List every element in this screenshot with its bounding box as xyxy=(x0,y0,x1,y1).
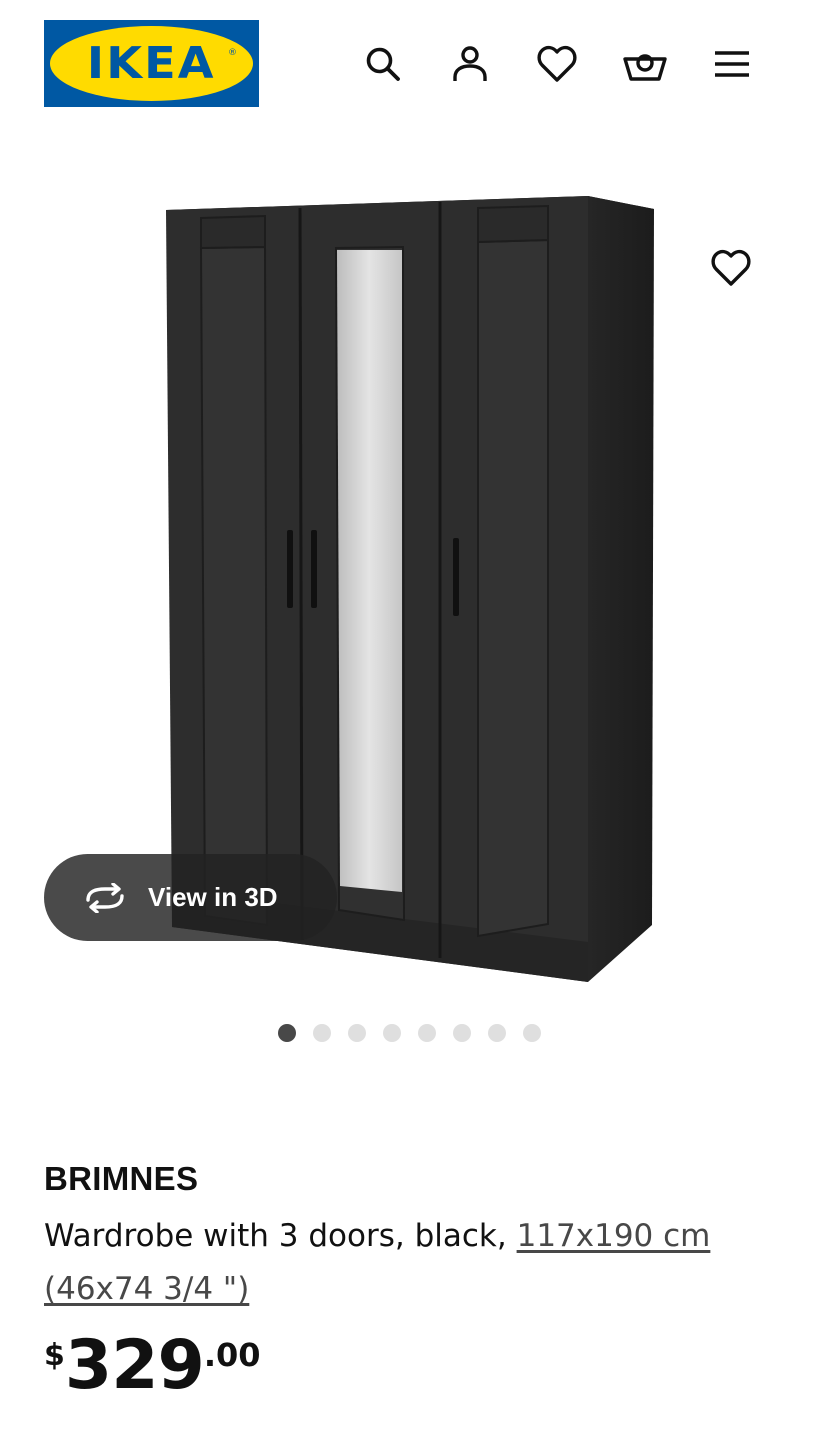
account-icon xyxy=(453,46,487,81)
pagination-dot[interactable] xyxy=(523,1024,541,1042)
price-currency: $ xyxy=(44,1338,65,1373)
price-integer: 329 xyxy=(64,1326,205,1405)
account-button[interactable] xyxy=(444,38,496,90)
pagination-dot[interactable] xyxy=(418,1024,436,1042)
favourites-button[interactable] xyxy=(531,38,583,90)
product-gallery[interactable]: View in 3D xyxy=(0,130,820,1010)
product-description: Wardrobe with 3 doors, black, 117x190 cm… xyxy=(44,1210,784,1316)
search-button[interactable] xyxy=(357,38,409,90)
pagination-dot[interactable] xyxy=(313,1024,331,1042)
menu-icon xyxy=(715,51,749,77)
gallery-pagination xyxy=(0,1022,820,1044)
menu-button[interactable] xyxy=(706,38,758,90)
view-in-3d-label: View in 3D xyxy=(148,882,278,912)
pagination-dot[interactable] xyxy=(278,1024,296,1042)
cart-button[interactable] xyxy=(619,38,671,90)
add-to-favourites-button[interactable] xyxy=(705,242,757,294)
pagination-dot[interactable] xyxy=(383,1024,401,1042)
product-info: BRIMNES Wardrobe with 3 doors, black, 11… xyxy=(44,1160,784,1316)
price-decimal: .00 xyxy=(203,1336,261,1374)
rotate-3d-icon xyxy=(86,882,124,913)
pagination-dot[interactable] xyxy=(453,1024,471,1042)
heart-icon xyxy=(537,45,577,82)
cart-icon xyxy=(623,54,667,81)
pagination-dot[interactable] xyxy=(348,1024,366,1042)
product-price: $ 329 .00 xyxy=(44,1328,261,1408)
site-header: IKEA ® xyxy=(0,0,820,130)
product-name: BRIMNES xyxy=(44,1160,199,1197)
header-nav xyxy=(0,38,820,90)
view-in-3d-button[interactable]: View in 3D xyxy=(44,854,337,941)
heart-icon xyxy=(711,249,751,286)
pagination-dot[interactable] xyxy=(488,1024,506,1042)
product-description-text: Wardrobe with 3 doors, black, xyxy=(44,1218,517,1254)
search-icon xyxy=(366,47,400,81)
